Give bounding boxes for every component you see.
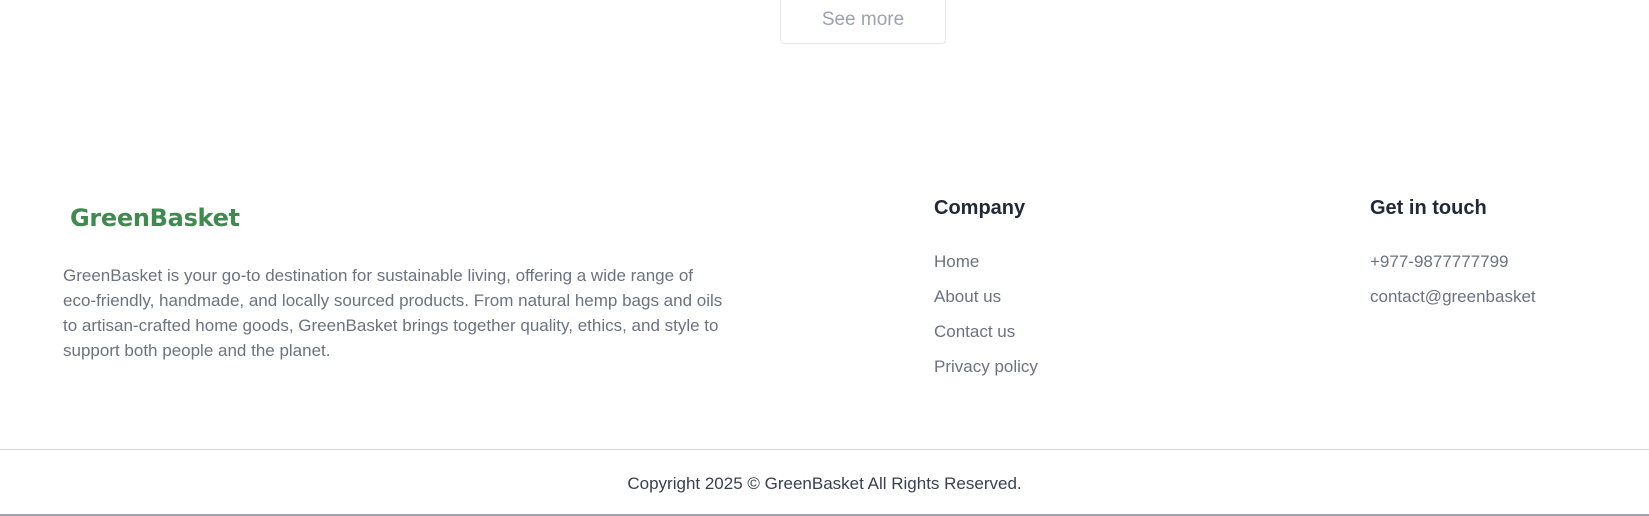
see-more-button[interactable]: See more	[780, 0, 946, 44]
footer-divider	[0, 449, 1649, 450]
company-heading: Company	[934, 197, 1026, 219]
footer-logo[interactable]: GreenBasket	[70, 204, 240, 232]
footer-link-contact-us[interactable]: Contact us	[934, 322, 1038, 357]
get-in-touch-heading: Get in touch	[1370, 197, 1487, 219]
footer-link-home[interactable]: Home	[934, 252, 1038, 287]
contact-email[interactable]: contact@greenbasket	[1370, 287, 1536, 322]
contact-phone[interactable]: +977-9877777799	[1370, 252, 1536, 287]
footer-link-about-us[interactable]: About us	[934, 287, 1038, 322]
footer-description: GreenBasket is your go-to destination fo…	[63, 266, 723, 360]
copyright-text: Copyright 2025 © GreenBasket All Rights …	[627, 474, 1022, 493]
page: See more GreenBasket GreenBasket is your…	[0, 0, 1649, 516]
footer-link-privacy-policy[interactable]: Privacy policy	[934, 357, 1038, 392]
company-links: Home About us Contact us Privacy policy	[934, 252, 1038, 392]
contact-list: +977-9877777799 contact@greenbasket	[1370, 252, 1536, 322]
